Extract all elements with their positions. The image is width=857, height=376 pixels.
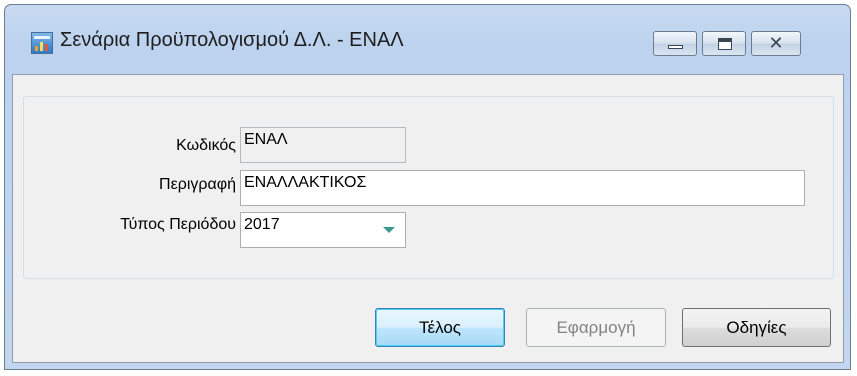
dropdown-arrow-icon[interactable] — [383, 227, 395, 233]
description-label: Περιγραφή — [159, 176, 236, 193]
maximize-icon — [703, 32, 745, 55]
period-type-select[interactable]: 2017 — [240, 212, 406, 248]
period-type-value: 2017 — [244, 216, 280, 233]
maximize-button[interactable] — [702, 31, 746, 56]
code-field[interactable]: ΕΝΑΛ — [240, 127, 406, 163]
app-chart-icon[interactable] — [31, 32, 53, 54]
help-button[interactable]: Οδηγίες — [682, 308, 831, 347]
period-type-label: Τύπος Περιόδου — [120, 216, 236, 233]
ok-button[interactable]: Τέλος — [375, 308, 505, 347]
description-field[interactable]: ΕΝΑΛΛΑΚΤΙΚΟΣ — [240, 170, 805, 206]
close-icon: ✕ — [768, 33, 784, 54]
dialog-client-area: Κωδικός ΕΝΑΛ Περιγραφή ΕΝΑΛΛΑΚΤΙΚΟΣ Τύπο… — [12, 74, 844, 363]
dialog-window: Σενάρια Προϋπολογισμού Δ.Λ. - ΕΝΑΛ ✕ Κωδ… — [4, 4, 851, 370]
minimize-button[interactable] — [653, 31, 697, 56]
fields-group: Κωδικός ΕΝΑΛ Περιγραφή ΕΝΑΛΛΑΚΤΙΚΟΣ Τύπο… — [23, 96, 834, 279]
minimize-icon — [654, 32, 696, 55]
close-button[interactable]: ✕ — [751, 31, 801, 56]
window-title: Σενάρια Προϋπολογισμού Δ.Λ. - ΕΝΑΛ — [60, 29, 404, 51]
code-label: Κωδικός — [176, 137, 236, 154]
apply-button[interactable]: Εφαρμογή — [526, 308, 666, 347]
title-bar[interactable]: Σενάρια Προϋπολογισμού Δ.Λ. - ΕΝΑΛ ✕ — [5, 5, 850, 75]
